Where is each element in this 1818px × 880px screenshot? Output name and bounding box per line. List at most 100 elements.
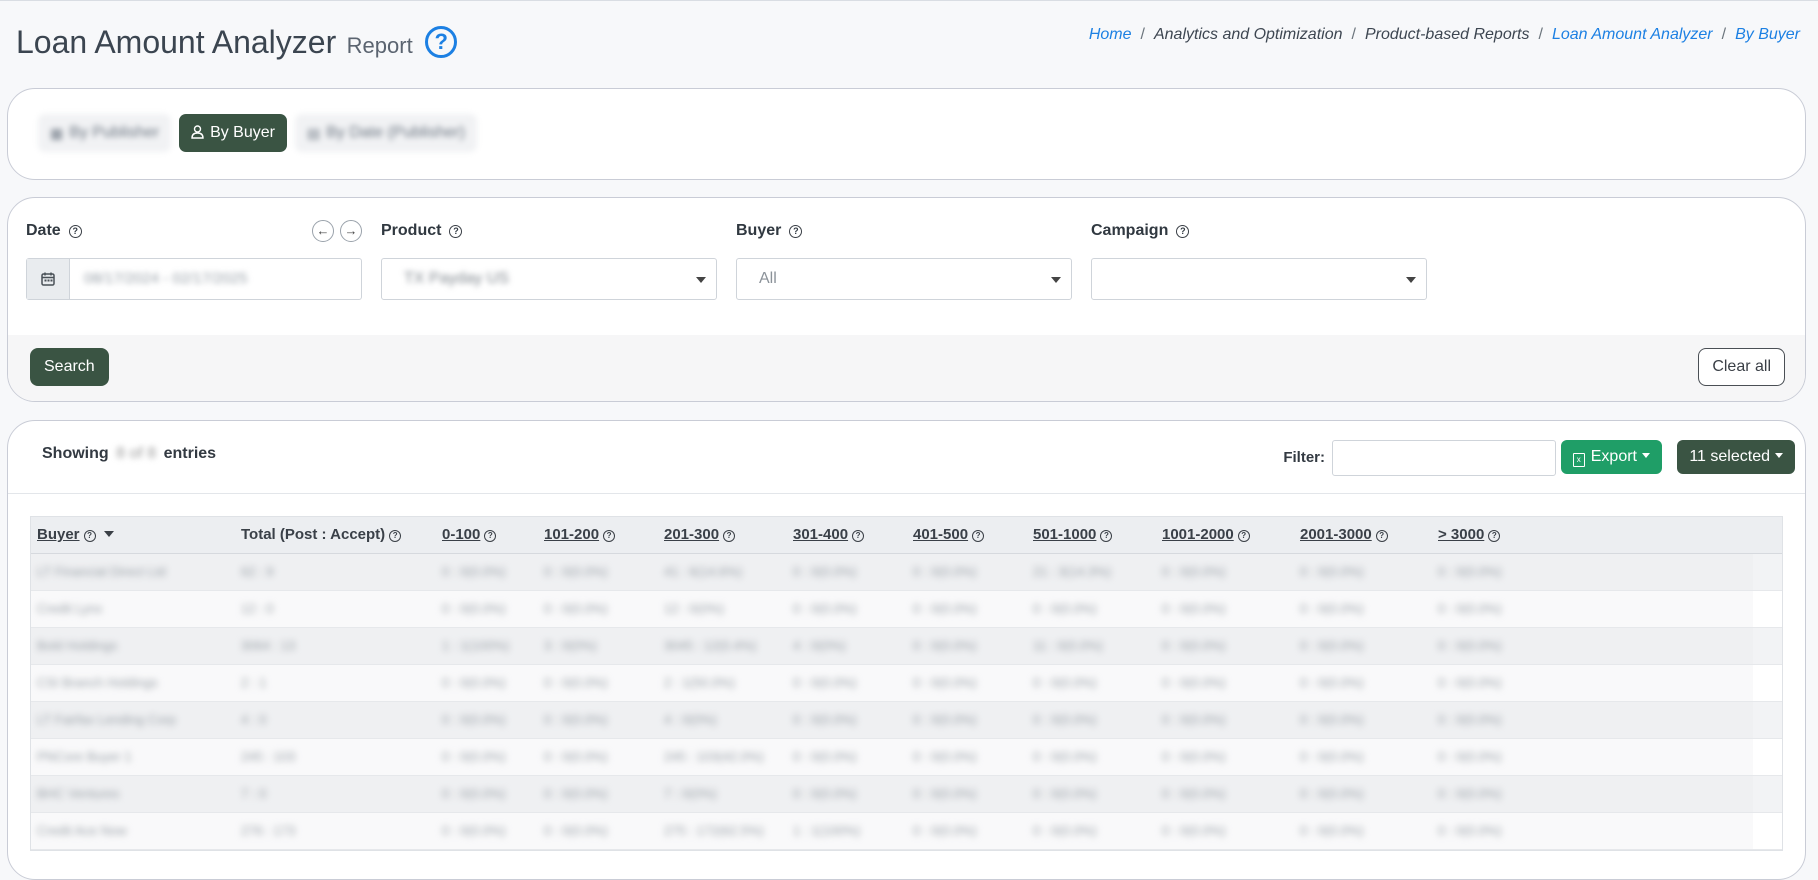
- table-cell: 21 : 3(14.3%): [1033, 564, 1112, 579]
- help-icon[interactable]: ?: [1100, 530, 1113, 542]
- column-header-label: 101-200: [544, 526, 600, 543]
- column-header[interactable]: 101-200?: [544, 517, 616, 553]
- column-header[interactable]: 301-400?: [793, 517, 865, 553]
- arrow-right-icon[interactable]: →: [340, 220, 362, 242]
- table-cell[interactable]: LT Fairfax Lending Corp: [37, 702, 176, 738]
- table-row: LT Fairfax Lending Corp 4 : 0 0 : 0(0.0%) 0…: [31, 702, 1782, 739]
- filter-input[interactable]: [1332, 440, 1556, 476]
- table-cell: 0 : 0(0.0%): [1438, 786, 1502, 801]
- filter-label: Filter:: [1283, 449, 1325, 466]
- calendar-icon[interactable]: [27, 259, 70, 299]
- table-cell[interactable]: Bold Holdings: [37, 628, 117, 664]
- table-cell: 0 : 0(0.0%): [1438, 823, 1502, 838]
- table-cell[interactable]: Credit Ace Now: [37, 813, 127, 849]
- campaign-label-text: Campaign: [1091, 222, 1169, 239]
- search-button[interactable]: Search: [30, 348, 109, 386]
- table-cell: 0 : 0(0.0%): [544, 749, 608, 764]
- tab-by-date-publisher[interactable]: ▤ By Date (Publisher): [294, 114, 477, 152]
- table-cell: 7 : 0: [241, 786, 267, 801]
- tab-by-publisher[interactable]: ▦ By Publisher: [38, 114, 172, 152]
- table-cell: 12 : 0(0%): [664, 601, 724, 616]
- table-cell: 0 : 0(0.0%): [442, 749, 506, 764]
- column-header-label: 1001-2000: [1162, 526, 1234, 543]
- clear-all-button[interactable]: Clear all: [1698, 348, 1785, 386]
- breadcrumb-item[interactable]: By Buyer: [1735, 26, 1800, 43]
- help-icon[interactable]: ?: [83, 530, 96, 542]
- report-tabs: ▦ By Publisher By Buyer ▤ By Date (Publisher…: [38, 114, 477, 152]
- table-cell: 0 : 0(0.0%): [442, 601, 506, 616]
- table-icon: ▦: [50, 124, 64, 141]
- help-icon[interactable]: ?: [1375, 530, 1388, 542]
- campaign-select[interactable]: [1091, 258, 1427, 300]
- columns-selected-button[interactable]: 11 selected: [1677, 440, 1795, 474]
- table-cell: 0 : 0(0.0%): [1162, 712, 1226, 727]
- table-cell[interactable]: LT Financial Direct Ltd: [37, 554, 166, 590]
- chevron-down-icon: [1406, 277, 1416, 283]
- table-cell: 0 : 0(0.0%): [1300, 601, 1364, 616]
- help-icon[interactable]: ?: [603, 530, 616, 542]
- table-cell: 7 : 0(0%): [664, 786, 717, 801]
- column-header[interactable]: 401-500?: [913, 517, 985, 553]
- export-button[interactable]: x Export: [1560, 440, 1662, 474]
- table-cell: 275 : 172(62.5%): [664, 823, 764, 838]
- help-icon[interactable]: ?: [1176, 224, 1190, 238]
- help-icon[interactable]: ?: [972, 530, 985, 542]
- help-icon[interactable]: ?: [68, 224, 82, 238]
- showing-entries: Showing 8 of 8 entries: [42, 445, 216, 463]
- campaign-filter: Campaign ?: [1091, 218, 1427, 300]
- help-icon[interactable]: ?: [723, 530, 736, 542]
- table-cell: 0 : 0(0.0%): [1438, 601, 1502, 616]
- help-icon[interactable]: ?: [789, 224, 803, 238]
- table-row: CSI Branch Holdings 2 : 1 0 : 0(0.0%) 0 : 0…: [31, 665, 1782, 702]
- column-header-label: 2001-3000: [1300, 526, 1372, 543]
- table-cell: 0 : 0(0.0%): [1438, 749, 1502, 764]
- column-header[interactable]: Buyer?: [37, 517, 114, 553]
- table-cell[interactable]: BHC Ventures: [37, 776, 119, 812]
- page-title: Loan Amount Analyzer Report ?: [16, 24, 458, 61]
- table-cell[interactable]: PNCore Buyer 1: [37, 739, 132, 775]
- column-header[interactable]: 1001-2000?: [1162, 517, 1250, 553]
- filters-footer: Search Clear all: [8, 335, 1805, 401]
- tab-label: By Publisher: [69, 124, 160, 141]
- table-cell: 0 : 0(0.0%): [1033, 601, 1097, 616]
- table-cell: 3064 : 13: [241, 638, 296, 653]
- table-row: BHC Ventures 7 : 0 0 : 0(0.0%) 0 : 0(0.0%) 7…: [31, 776, 1782, 813]
- product-label-text: Product: [381, 222, 442, 239]
- column-header[interactable]: 501-1000?: [1033, 517, 1113, 553]
- column-header[interactable]: 0-100?: [442, 517, 497, 553]
- arrow-left-icon[interactable]: ←: [312, 220, 334, 242]
- breadcrumb-item[interactable]: Loan Amount Analyzer: [1552, 26, 1713, 43]
- help-icon[interactable]: ?: [1237, 530, 1250, 542]
- buyer-select-value: All: [759, 270, 777, 287]
- buyer-select[interactable]: All: [736, 258, 1072, 300]
- help-icon[interactable]: ?: [852, 530, 865, 542]
- breadcrumb-separator: /: [1140, 26, 1145, 43]
- column-header[interactable]: Total (Post : Accept)?: [241, 517, 402, 553]
- help-icon[interactable]: ?: [484, 530, 497, 542]
- top-border: [0, 0, 1818, 1]
- breadcrumb-item[interactable]: Home: [1089, 26, 1132, 43]
- buyer-label: Buyer ?: [736, 218, 1072, 244]
- help-icon[interactable]: ?: [1488, 530, 1501, 542]
- export-label: Export: [1590, 448, 1637, 465]
- results-card: Showing 8 of 8 entries Filter: x Export 1…: [7, 420, 1806, 880]
- date-range-input[interactable]: 08/17/2024 - 02/17/2025: [26, 258, 362, 300]
- column-header[interactable]: > 3000?: [1438, 517, 1501, 553]
- table-cell[interactable]: Credit Lynx: [37, 591, 102, 627]
- table-cell: 0 : 0(0.0%): [1162, 601, 1226, 616]
- column-header[interactable]: 2001-3000?: [1300, 517, 1388, 553]
- product-select[interactable]: TX Payday US: [381, 258, 717, 300]
- tab-by-buyer[interactable]: By Buyer: [179, 114, 287, 152]
- help-circle-icon[interactable]: ?: [425, 26, 458, 58]
- help-icon[interactable]: ?: [389, 530, 402, 542]
- sort-down-icon[interactable]: [103, 531, 114, 537]
- table-cell[interactable]: CSI Branch Holdings: [37, 665, 158, 701]
- user-icon: [191, 124, 204, 142]
- column-header-label: 501-1000: [1033, 526, 1097, 543]
- showing-count: 8 of 8: [116, 445, 157, 462]
- help-icon[interactable]: ?: [449, 224, 463, 238]
- table-cell: 0 : 0(0.0%): [793, 601, 857, 616]
- table-cell: 0 : 0(0.0%): [1162, 786, 1226, 801]
- table-cell: 0 : 0(0.0%): [1033, 786, 1097, 801]
- column-header[interactable]: 201-300?: [664, 517, 736, 553]
